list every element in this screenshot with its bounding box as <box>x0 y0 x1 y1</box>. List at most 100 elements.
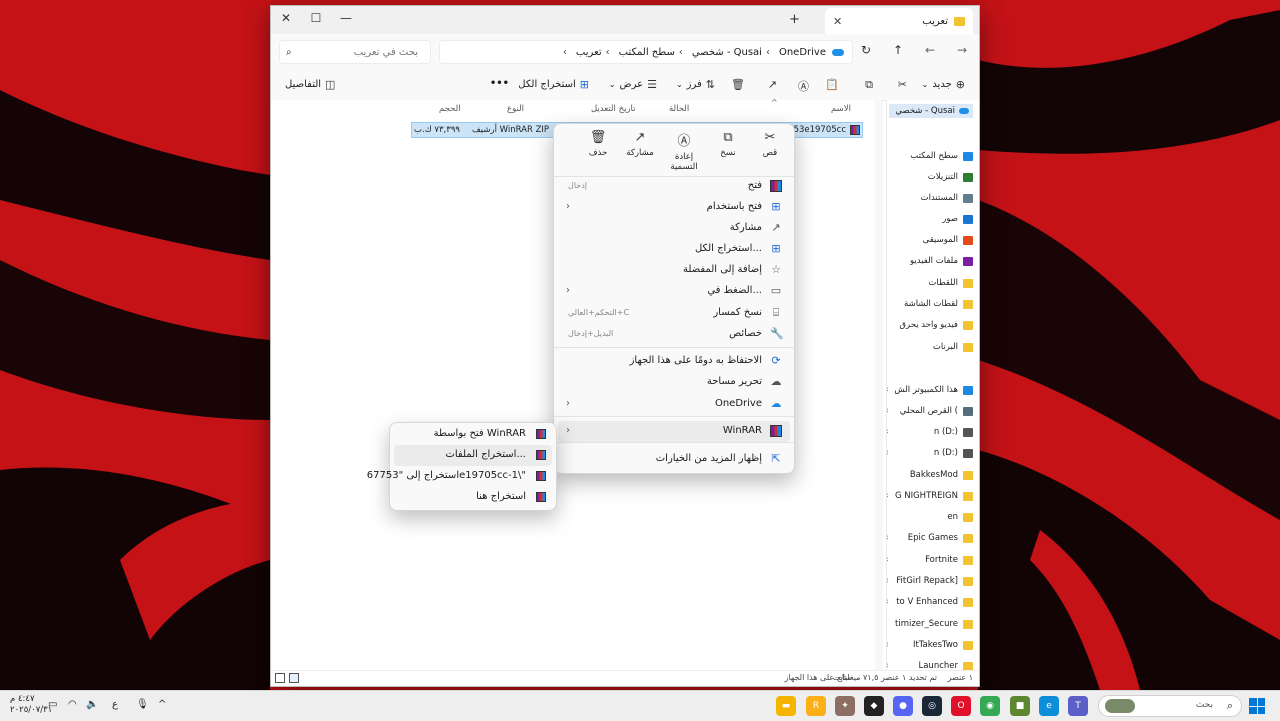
rockstar-icon[interactable]: R <box>806 696 826 716</box>
column-status[interactable]: الحالة <box>669 104 689 114</box>
scrollbar[interactable] <box>875 100 883 670</box>
sidebar-item[interactable]: البرنات <box>887 338 973 356</box>
sidebar-item[interactable]: timizer_Secure <box>887 615 973 633</box>
maximize-button[interactable]: ☐ <box>303 11 329 25</box>
chevron-icon[interactable]: ‹ <box>887 661 889 670</box>
opera-icon[interactable]: O <box>951 696 971 716</box>
close-tab-icon[interactable]: ✕ <box>833 15 842 28</box>
sidebar-item[interactable]: لقطات الشاشة <box>887 295 973 313</box>
breadcrumb-item[interactable]: شخصي - Qusai <box>692 47 762 58</box>
extract-all-button[interactable]: ⊞ استخراج الكل <box>518 78 589 91</box>
minecraft-icon[interactable]: ■ <box>1010 696 1030 716</box>
microphone-icon[interactable]: 🎙 <box>136 699 149 710</box>
edge-icon[interactable]: e <box>1039 696 1059 716</box>
more-options-icon[interactable]: ••• <box>490 78 509 89</box>
quick-action-copy[interactable]: ⧉ نسخ <box>706 130 750 158</box>
sidebar-item[interactable]: Launcher ‹ <box>887 657 973 670</box>
menu-item[interactable]: ⌸ نسخ كمسار التحكم+العالي+C <box>558 303 790 324</box>
submenu-item[interactable]: استخراج هنا <box>394 487 552 508</box>
chevron-icon[interactable]: ‹ <box>887 448 889 458</box>
chrome-icon[interactable]: ◉ <box>980 696 1000 716</box>
new-tab-button[interactable]: + <box>789 12 800 27</box>
sidebar-item[interactable]: Epic Games ‹ <box>887 529 973 547</box>
chevron-icon[interactable]: ‹ <box>887 640 889 650</box>
cut-icon[interactable]: ✂ <box>894 78 907 91</box>
sidebar-item[interactable]: المستندات <box>887 189 973 207</box>
chevron-icon[interactable]: ‹ <box>887 385 889 395</box>
paste-icon[interactable]: 📋 <box>821 78 839 91</box>
sidebar-item[interactable]: اللقطات <box>887 274 973 292</box>
menu-item[interactable]: ⟳ الاحتفاظ به دومًا على هذا الجهاز <box>558 351 790 372</box>
quick-action-scissors[interactable]: ✂ قص <box>748 130 792 158</box>
forward-arrow-icon[interactable]: ← <box>925 43 935 57</box>
sidebar-item[interactable]: Fortnite ‹ <box>887 551 973 569</box>
chevron-icon[interactable]: ‹ <box>887 533 889 543</box>
speaker-icon[interactable]: 🔈 <box>86 699 98 710</box>
column-type[interactable]: النوع <box>507 104 524 114</box>
sidebar-item[interactable]: سطح المكتب <box>887 147 973 165</box>
column-name[interactable]: الاسم <box>831 104 851 114</box>
sidebar-item[interactable]: فيديو واحد يحرق <box>887 316 973 334</box>
sidebar-item[interactable]: en <box>887 508 973 526</box>
column-size[interactable]: الحجم <box>439 104 461 114</box>
chevron-icon[interactable]: ‹ <box>887 491 889 501</box>
breadcrumb-item[interactable]: OneDrive <box>779 47 826 58</box>
breadcrumb-item[interactable]: تعريب <box>576 47 602 58</box>
clock[interactable]: ٤:٤٧ م ٢٠٢٥/٠٧/٣١ <box>10 694 52 716</box>
menu-item[interactable]: ⇱ إظهار المزيد من الخيارات <box>558 449 790 470</box>
sidebar-item[interactable]: صور <box>887 210 973 228</box>
game-icon[interactable]: ✦ <box>835 696 855 716</box>
menu-item[interactable]: ▦ فتح إدخال <box>558 176 790 197</box>
tiles-view-icon[interactable] <box>275 673 285 683</box>
submenu-item[interactable]: فتح بواسطة WinRAR <box>394 424 552 445</box>
quick-action-rename[interactable]: Ⓐ إعادة التسمية <box>662 130 706 172</box>
sort-button[interactable]: ⇅ فرز ⌄ <box>676 78 715 91</box>
sidebar-item[interactable]: FitGirl Repack] ‹ <box>887 572 973 590</box>
quick-action-share[interactable]: ↗ مشاركة <box>618 130 662 158</box>
sidebar-item[interactable]: هذا الكمبيوتر الش ‹ <box>887 381 973 399</box>
file-explorer-icon[interactable]: ▬ <box>776 696 796 716</box>
windows-start-icon[interactable] <box>1249 698 1265 714</box>
menu-item[interactable]: ▭ الضغط في... › <box>558 281 790 302</box>
new-button[interactable]: ⊕ جديد ⌄ <box>922 78 965 91</box>
up-arrow-icon[interactable]: ↑ <box>893 43 903 57</box>
menu-item[interactable]: ☆ إضافة إلى المفضلة <box>558 260 790 281</box>
submenu-item[interactable]: استخراج إلى "67753e19705cc-1\" <box>367 466 552 487</box>
refresh-icon[interactable]: ↻ <box>861 43 871 57</box>
chevron-icon[interactable]: ‹ <box>887 576 889 586</box>
sidebar-item[interactable]: القرص المحلي (‹ <box>887 402 973 420</box>
search-input[interactable]: بحث في تعريب ⌕ <box>279 40 431 64</box>
steam-icon[interactable]: ◎ <box>922 696 942 716</box>
chevron-icon[interactable]: ‹ <box>887 406 889 416</box>
sidebar-item[interactable]: BakkesMod <box>887 466 973 484</box>
delete-icon[interactable]: 🗑 <box>727 78 745 91</box>
menu-item[interactable]: ☁ OneDrive › <box>558 394 790 415</box>
chevron-icon[interactable]: ‹ <box>887 597 889 607</box>
sidebar-item[interactable]: ItTakesTwo ‹ <box>887 636 973 654</box>
sidebar-item[interactable]: الموسيقى <box>887 231 973 249</box>
sidebar-item[interactable]: G NIGHTREIGN ‹ <box>887 487 973 505</box>
taskbar-search-input[interactable]: بحث ⌕ <box>1098 695 1242 717</box>
epic-icon[interactable]: ◆ <box>864 696 884 716</box>
teams-icon[interactable]: T <box>1068 696 1088 716</box>
quick-action-trash[interactable]: 🗑 حذف <box>576 130 620 158</box>
rename-icon[interactable]: Ⓐ <box>794 78 809 94</box>
share-icon[interactable]: ↗ <box>764 78 777 91</box>
details-view-icon[interactable] <box>289 673 299 683</box>
submenu-item[interactable]: استخراج الملفات... <box>394 445 552 466</box>
tab-tarib[interactable]: تعريب ✕ <box>825 8 973 34</box>
sidebar-item[interactable]: ملفات الفيديو <box>887 252 973 270</box>
nav-home-item[interactable]: شخصي - Qusai <box>889 104 973 118</box>
menu-item[interactable]: ☁ تحرير مساحة <box>558 372 790 393</box>
menu-item[interactable]: ⊞ استخراج الكل... <box>558 239 790 260</box>
copy-icon[interactable]: ⧉ <box>861 78 873 92</box>
sidebar-item[interactable]: التنزيلات <box>887 168 973 186</box>
sidebar-item[interactable]: n (D:) ‹ <box>887 444 973 462</box>
menu-item[interactable]: ▦ WinRAR › <box>558 421 790 442</box>
discord-icon[interactable]: ● <box>893 696 913 716</box>
view-button[interactable]: ☰ عرض ⌄ <box>609 78 657 91</box>
back-arrow-icon[interactable]: → <box>957 43 967 57</box>
chevron-icon[interactable]: ‹ <box>887 555 889 565</box>
breadcrumb[interactable]: OneDrive ‹ شخصي - Qusai ‹ سطح المكتب ‹ ت… <box>439 40 853 64</box>
details-button[interactable]: ◫ التفاصيل <box>285 78 335 91</box>
